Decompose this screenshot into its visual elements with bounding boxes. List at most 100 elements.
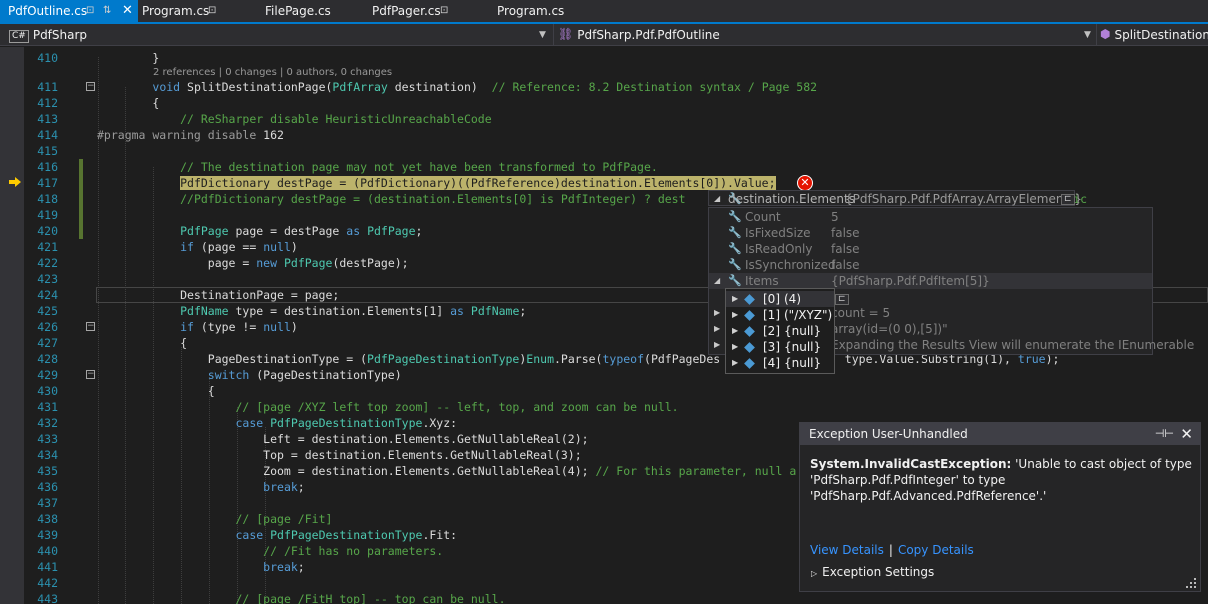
code-line[interactable]: 416 // The destination page may not yet … bbox=[24, 159, 1208, 175]
code-line[interactable]: 411 − void SplitDestinationPage(PdfArray … bbox=[24, 79, 1208, 95]
property-wrench-icon: 🔧 bbox=[728, 274, 742, 287]
tab-pdfpager-cs[interactable]: PdfPager.cs ⊡ bbox=[366, 0, 492, 22]
exception-type: System.InvalidCastException: bbox=[810, 457, 1012, 471]
datatip-row-count[interactable]: 🔧 Count 5 bbox=[709, 209, 1152, 225]
project-dropdown[interactable]: C# PdfSharp bbox=[9, 26, 539, 44]
pin-icon[interactable]: ⊡ bbox=[208, 0, 216, 22]
pin-icon[interactable]: ⊡ bbox=[440, 0, 448, 22]
datatip-row-isfixedsize[interactable]: 🔧 IsFixedSize false bbox=[709, 225, 1152, 241]
line-number: 424 bbox=[37, 288, 58, 302]
line-number: 439 bbox=[37, 528, 58, 542]
exception-helper: Exception User-Unhandled ⊣⊢ ✕ System.Inv… bbox=[799, 422, 1201, 592]
code-line[interactable]: 431 // [page /XYZ left top zoom] -- left… bbox=[24, 399, 1208, 415]
datatip-item-1[interactable]: ▶ [1] ("/XYZ") bbox=[726, 307, 834, 323]
line-number: 430 bbox=[37, 384, 58, 398]
code-text: Left = destination.Elements.GetNullableR… bbox=[97, 432, 589, 446]
line-number: 435 bbox=[37, 464, 58, 478]
datatip-row-isreadonly[interactable]: 🔧 IsReadOnly false bbox=[709, 241, 1152, 257]
line-number: 419 bbox=[37, 208, 58, 222]
datatip-item-0[interactable]: ▶ [0] (4) ⊏ bbox=[726, 291, 849, 307]
code-line[interactable]: 413 // ReSharper disable HeuristicUnreac… bbox=[24, 111, 1208, 127]
item-index: [1] bbox=[763, 308, 780, 322]
resize-grip-icon[interactable] bbox=[1186, 578, 1196, 588]
property-wrench-icon: 🔧 bbox=[728, 210, 742, 223]
property-wrench-icon: 🔧 bbox=[728, 258, 742, 271]
expand-arrow-icon[interactable]: ▶ bbox=[732, 355, 738, 371]
code-line[interactable]: 415 bbox=[24, 143, 1208, 159]
datatip-row-issynchronized[interactable]: 🔧 IsSynchronized false bbox=[709, 257, 1152, 273]
line-number: 428 bbox=[37, 352, 58, 366]
chevron-down-icon[interactable]: ▼ bbox=[539, 26, 546, 44]
expand-arrow-icon[interactable]: ▶ bbox=[714, 321, 720, 337]
item-value: {null} bbox=[784, 324, 822, 338]
line-number: 422 bbox=[37, 256, 58, 270]
code-line[interactable]: 443 // [page /FitH top] -- top can be nu… bbox=[24, 591, 1208, 604]
property-wrench-icon: 🔧 bbox=[728, 226, 742, 239]
datatip-row-items[interactable]: ◢ 🔧 Items {PdfSharp.Pdf.PdfItem[5]} bbox=[709, 273, 1152, 289]
pin-icon[interactable]: ⊣⊢ bbox=[1155, 423, 1174, 445]
close-icon[interactable]: ✕ bbox=[122, 0, 133, 22]
member-value: false bbox=[831, 226, 860, 240]
expand-arrow-icon[interactable]: ▶ bbox=[714, 337, 720, 353]
tab-pdfoutline-cs[interactable]: PdfOutline.cs ⊡ ⇅ ✕ bbox=[0, 0, 138, 22]
code-text: // [page /FitH top] -- top can be null. bbox=[235, 592, 506, 604]
type-dropdown[interactable]: ⛓ PdfSharp.Pdf.PdfOutline bbox=[558, 26, 1078, 44]
expand-arrow-icon[interactable]: ▶ bbox=[732, 323, 738, 339]
tab-filepage-cs[interactable]: FilePage.cs bbox=[260, 0, 366, 22]
code-text: page = new PdfPage(destPage); bbox=[97, 256, 409, 270]
code-line[interactable]: 414 #pragma warning disable 162 bbox=[24, 127, 1208, 143]
line-number: 413 bbox=[37, 112, 58, 126]
indicator-margin[interactable] bbox=[0, 47, 24, 604]
expand-arrow-icon[interactable]: ▶ bbox=[732, 291, 738, 307]
tab-program-cs-2[interactable]: Program.cs bbox=[492, 0, 612, 22]
code-line[interactable]: 412 { bbox=[24, 95, 1208, 111]
field-cube-icon bbox=[744, 310, 755, 321]
collapse-icon[interactable]: − bbox=[86, 322, 95, 331]
line-number: 418 bbox=[37, 192, 58, 206]
datatip-header[interactable]: ◢ 🔧 destination.Elements {PdfSharp.Pdf.P… bbox=[708, 190, 1082, 207]
pin-icon[interactable]: ⊏ bbox=[835, 294, 849, 305]
link-separator: | bbox=[888, 543, 893, 557]
error-icon: ✕ bbox=[797, 175, 813, 191]
line-number: 429 bbox=[37, 368, 58, 382]
copy-details-link[interactable]: Copy Details bbox=[898, 543, 974, 557]
tab-program-cs[interactable]: Program.cs ⊡ bbox=[138, 0, 260, 22]
code-line[interactable]: 417 PdfDictionary destPage = (PdfDiction… bbox=[24, 175, 1208, 191]
code-line[interactable]: 429 − switch (PageDestinationType) bbox=[24, 367, 1208, 383]
line-number: 432 bbox=[37, 416, 58, 430]
code-text: #pragma warning disable 162 bbox=[97, 128, 284, 142]
field-cube-icon bbox=[744, 326, 755, 337]
close-icon[interactable]: ✕ bbox=[1180, 423, 1193, 445]
member-dropdown[interactable]: ⬢SplitDestinationPage bbox=[1100, 26, 1208, 44]
datatip-item-3[interactable]: ▶ [3] {null} bbox=[726, 339, 834, 355]
chevron-down-icon[interactable]: ▼ bbox=[1084, 26, 1091, 44]
collapse-arrow-icon[interactable]: ◢ bbox=[714, 191, 720, 207]
code-line[interactable]: 430 { bbox=[24, 383, 1208, 399]
exception-links: View Details | Copy Details bbox=[810, 542, 974, 558]
expand-arrow-icon[interactable]: ▶ bbox=[732, 307, 738, 323]
code-text: if (page == null) bbox=[180, 240, 298, 254]
datatip-item-2[interactable]: ▶ [2] {null} bbox=[726, 323, 834, 339]
item-index: [3] bbox=[763, 340, 780, 354]
line-number: 425 bbox=[37, 304, 58, 318]
code-text: // ReSharper disable HeuristicUnreachabl… bbox=[180, 112, 492, 126]
expand-arrow-icon[interactable]: ▶ bbox=[732, 339, 738, 355]
datatip-item-4[interactable]: ▶ [4] {null} bbox=[726, 355, 834, 371]
navigation-bar: C# PdfSharp ▼ ⛓ PdfSharp.Pdf.PdfOutline ▼ … bbox=[0, 24, 1208, 46]
line-number: 411 bbox=[37, 80, 58, 94]
code-line[interactable]: 410 } bbox=[24, 50, 1208, 66]
code-text: case PdfPageDestinationType.Fit: bbox=[235, 528, 458, 542]
collapse-icon[interactable]: − bbox=[86, 82, 95, 91]
preview-icon[interactable]: ⇅ bbox=[103, 0, 111, 22]
exception-settings-toggle[interactable]: ▷ Exception Settings bbox=[811, 564, 934, 582]
member-name: Items bbox=[745, 274, 779, 288]
member-value: array(id=(0 0),[5])" bbox=[831, 322, 948, 336]
view-details-link[interactable]: View Details bbox=[810, 543, 884, 557]
pin-icon[interactable]: ⊏ bbox=[1061, 194, 1075, 205]
code-text: { bbox=[97, 96, 160, 110]
code-text: Zoom = destination.Elements.GetNullableR… bbox=[97, 464, 797, 478]
pin-icon[interactable]: ⊡ bbox=[86, 0, 94, 22]
collapse-arrow-icon[interactable]: ◢ bbox=[714, 273, 720, 289]
expand-arrow-icon[interactable]: ▶ bbox=[714, 305, 720, 321]
collapse-icon[interactable]: − bbox=[86, 370, 95, 379]
